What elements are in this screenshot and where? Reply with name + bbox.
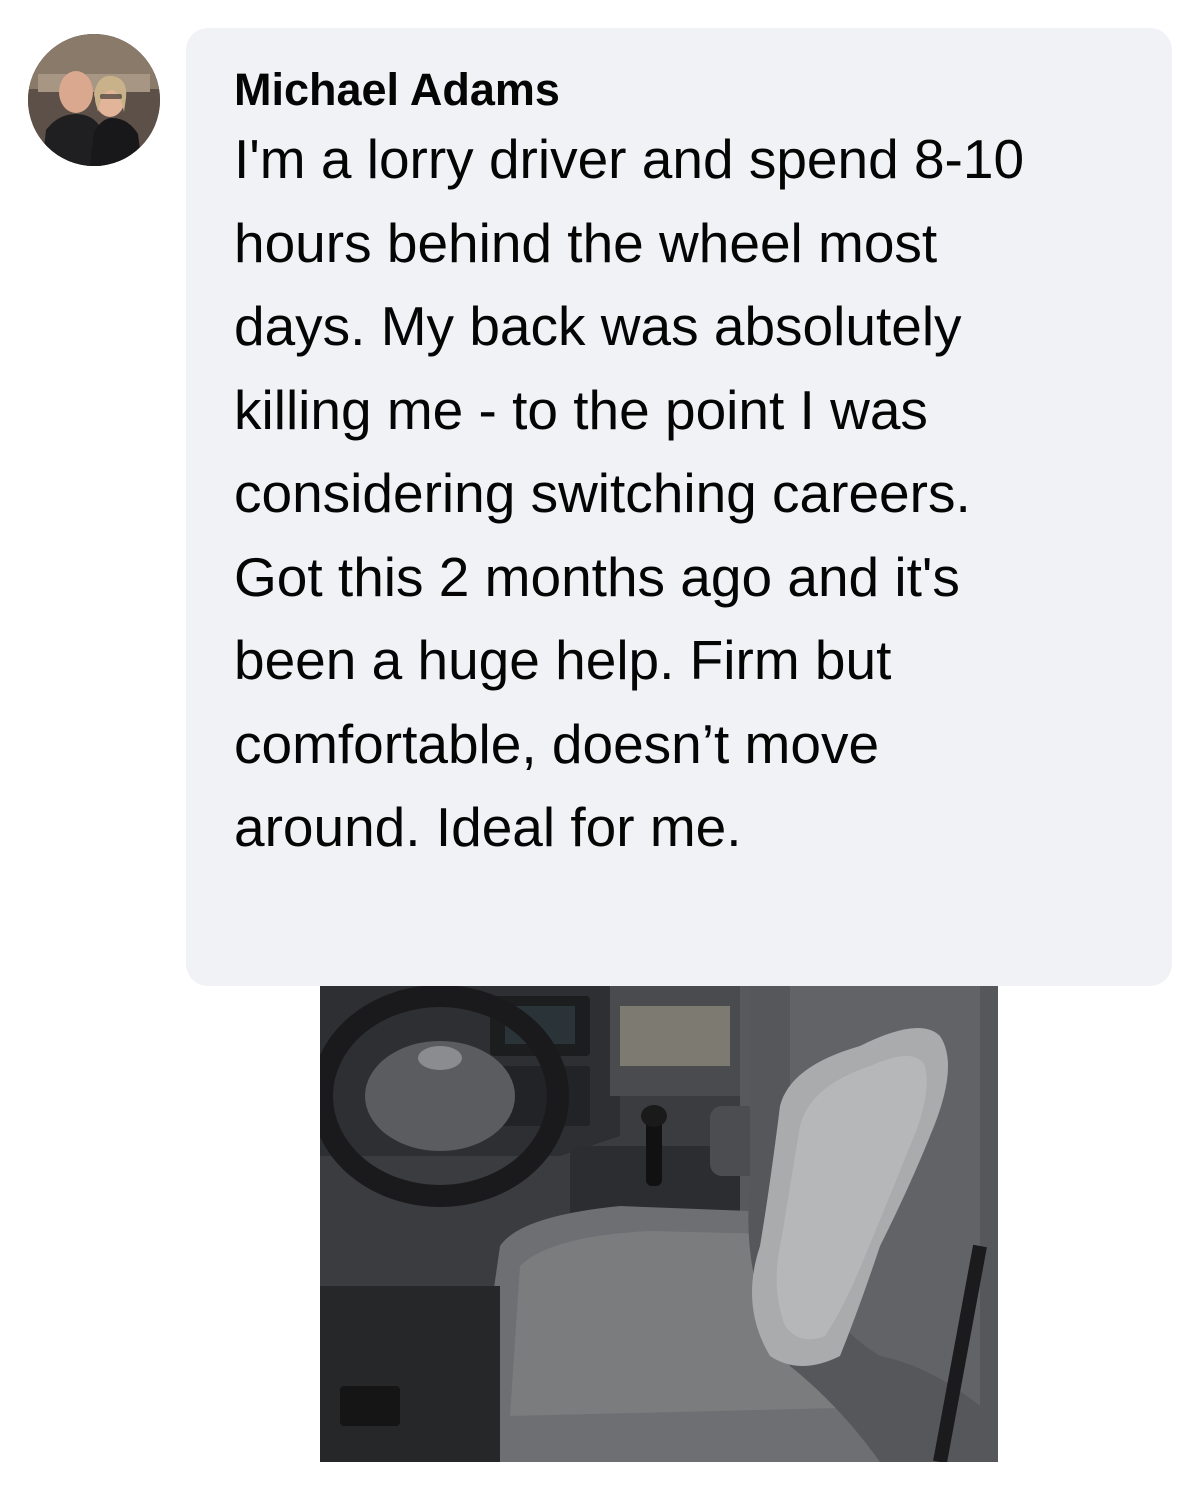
attached-photo[interactable] bbox=[320, 986, 998, 1462]
avatar[interactable] bbox=[28, 34, 160, 166]
comment-author-name[interactable]: Michael Adams bbox=[234, 64, 1132, 116]
comment-bubble: Michael Adams I'm a lorry driver and spe… bbox=[186, 28, 1172, 986]
comment-text: I'm a lorry driver and spend 8-10 hours … bbox=[234, 128, 1025, 858]
truck-cab-seat-image bbox=[320, 986, 998, 1462]
avatar-photo bbox=[28, 34, 160, 166]
